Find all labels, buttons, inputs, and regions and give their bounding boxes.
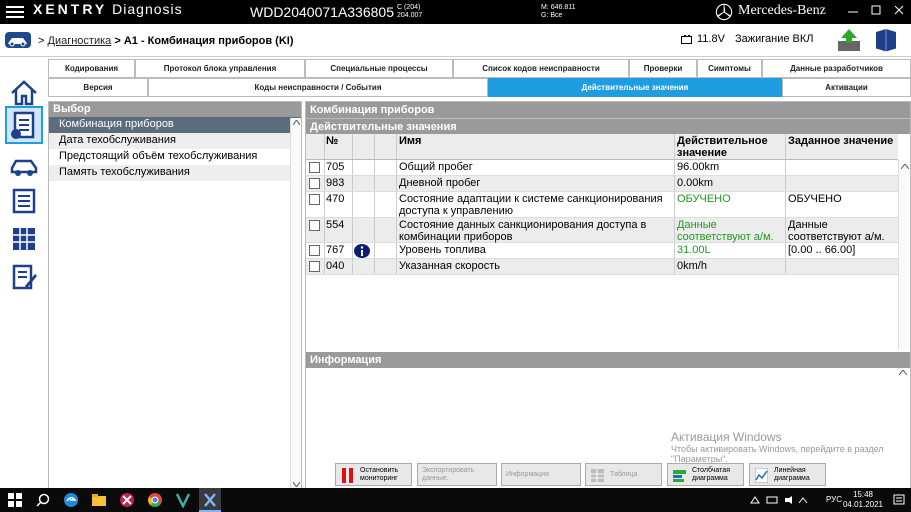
chrome-icon[interactable] [147, 492, 163, 508]
minimize-icon[interactable] [847, 4, 859, 16]
table-scrollbar[interactable] [898, 160, 910, 350]
modules-grid-icon[interactable] [5, 220, 43, 258]
language-indicator[interactable]: РУС [826, 495, 842, 504]
col-num: № [326, 135, 339, 147]
info-section-title: Информация [306, 352, 910, 368]
clock[interactable]: 15:48 04.01.2021 [843, 490, 883, 510]
file-explorer-icon[interactable] [91, 492, 107, 508]
row-checkbox[interactable] [309, 261, 320, 272]
selection-scrollbar[interactable] [290, 118, 301, 489]
list-icon[interactable] [5, 182, 43, 220]
windows-activation-watermark: Активация Windows Чтобы активировать Win… [671, 430, 884, 464]
edge-browser-icon[interactable] [63, 492, 79, 508]
restore-icon[interactable] [870, 4, 882, 16]
selection-panel: Выбор Комбинация приборов Дата техобслуж… [48, 101, 302, 489]
information-button[interactable]: Информация [501, 463, 581, 486]
table-row[interactable]: 554 Состояние данных санкционирования до… [306, 218, 898, 243]
tab-actual-values[interactable]: Действительные значения [488, 78, 782, 97]
app-brand: XENTRY Diagnosis [33, 1, 183, 17]
breadcrumb-current: A1 - Комбинация приборов (KI) [123, 35, 294, 47]
stop-icon [342, 468, 353, 483]
bar-chart-button[interactable]: Столбчатая диаграмма [667, 463, 744, 486]
module-title: Комбинация приборов [306, 102, 910, 118]
scroll-up-icon[interactable] [293, 120, 300, 125]
col-name: Имя [399, 135, 422, 147]
xentry-taskbar-icon[interactable] [199, 488, 221, 512]
row-checkbox[interactable] [309, 245, 320, 256]
windows-taskbar: РУС 15:48 04.01.2021 [0, 488, 911, 512]
selection-item[interactable]: Предстоящий объём техобслуживания [49, 149, 301, 165]
table-row[interactable]: 767 Уровень топлива 31.00L [0.00 .. 66.0… [306, 243, 898, 259]
row-checkbox[interactable] [309, 162, 320, 173]
section-title: Действительные значения [306, 118, 910, 134]
table-header: № Имя Действительное значение Заданное з… [306, 134, 898, 160]
system-tray-icons[interactable] [749, 495, 809, 505]
selection-item[interactable]: Дата техобслуживания [49, 133, 301, 149]
actual-values-panel: Комбинация приборов Действительные значе… [305, 101, 911, 489]
scroll-down-icon[interactable] [293, 482, 300, 487]
close-icon[interactable] [893, 4, 905, 16]
row-checkbox[interactable] [309, 220, 320, 231]
maker-logo-text: Mercedes-Benz [738, 3, 826, 18]
export-data-button[interactable]: Экспортировать данные. [417, 463, 497, 486]
selection-title: Выбор [49, 102, 301, 117]
title-bar: XENTRY Diagnosis WDD2040071A336805 C (20… [0, 0, 911, 24]
battery-icon [681, 35, 692, 44]
tab-codings[interactable]: Кодирования [48, 59, 135, 78]
search-icon[interactable] [35, 492, 51, 508]
col-target: Заданное значение [788, 135, 894, 147]
notifications-icon[interactable] [893, 494, 905, 506]
car-icon [5, 32, 31, 48]
action-toolbar: Остановить мониторинг Экспортировать данны… [306, 461, 910, 489]
row-checkbox[interactable] [309, 194, 320, 205]
tab-control-unit-log[interactable]: Протокол блока управления [135, 59, 305, 78]
tab-version[interactable]: Версия [48, 78, 148, 97]
ignition-status: Зажигание ВКЛ [735, 33, 814, 45]
tab-special-procedures[interactable]: Специальные процессы [305, 59, 453, 78]
table-row[interactable]: 470 Состояние адаптации к системе санкци… [306, 192, 898, 218]
left-navigation [0, 72, 47, 488]
table-button[interactable]: Таблица [585, 463, 662, 486]
menu-icon[interactable] [6, 6, 24, 18]
scroll-up-icon[interactable] [901, 164, 909, 169]
selection-item[interactable]: Комбинация приборов [49, 117, 301, 133]
table-row[interactable]: 705 Общий пробег 96.00km [306, 160, 898, 176]
bar-chart-icon [673, 470, 686, 482]
vediamo-icon[interactable] [175, 492, 191, 508]
tab-symptoms[interactable]: Симптомы [697, 59, 762, 78]
line-chart-button[interactable]: Линейная диаграмма [749, 463, 826, 486]
col-actual: Действительное значение [677, 135, 768, 159]
values-table: № Имя Действительное значение Заданное з… [306, 134, 898, 275]
info-icon[interactable] [354, 244, 370, 258]
vin-number: WDD2040071A336805 [250, 4, 394, 20]
breadcrumb-bar: > Диагностика > A1 - Комбинация приборов… [0, 24, 911, 57]
model-info: C (204) 204.007 [397, 4, 423, 19]
window-controls [847, 4, 905, 19]
tab-activations[interactable]: Активации [782, 78, 911, 97]
engine-info: M: 646.811 G: Все [541, 4, 576, 19]
app-icon-red[interactable] [119, 492, 135, 508]
upload-icon[interactable] [836, 27, 862, 53]
breadcrumb-diagnostics[interactable]: Диагностика [48, 35, 112, 47]
tab-checks[interactable]: Проверки [629, 59, 697, 78]
tab-fault-code-list[interactable]: Список кодов неисправности [453, 59, 629, 78]
vehicle-icon[interactable] [5, 146, 43, 184]
table-row[interactable]: 983 Дневной пробег 0.00km [306, 176, 898, 192]
selection-item[interactable]: Память техобслуживания [49, 165, 301, 181]
tab-developer-data[interactable]: Данные разработчиков [762, 59, 911, 78]
table-icon [591, 469, 604, 482]
stop-monitoring-button[interactable]: Остановить мониторинг [335, 463, 412, 486]
tab-bar: Кодирования Протокол блока управления Сп… [48, 59, 911, 98]
tab-fault-codes-events[interactable]: Коды неисправности / События [148, 78, 488, 97]
help-book-icon[interactable] [873, 27, 899, 53]
row-checkbox[interactable] [309, 178, 320, 189]
line-chart-icon [755, 468, 768, 483]
breadcrumb: > Диагностика > A1 - Комбинация приборов… [38, 35, 294, 47]
voltage-value: 11.8V [697, 33, 725, 45]
info-scroll-up-icon[interactable] [899, 370, 907, 375]
table-row[interactable]: 040 Указанная скорость 0km/h [306, 259, 898, 275]
diagnosis-document-icon[interactable] [5, 106, 43, 144]
edit-document-icon[interactable] [5, 258, 43, 296]
windows-start-icon[interactable] [7, 492, 23, 508]
